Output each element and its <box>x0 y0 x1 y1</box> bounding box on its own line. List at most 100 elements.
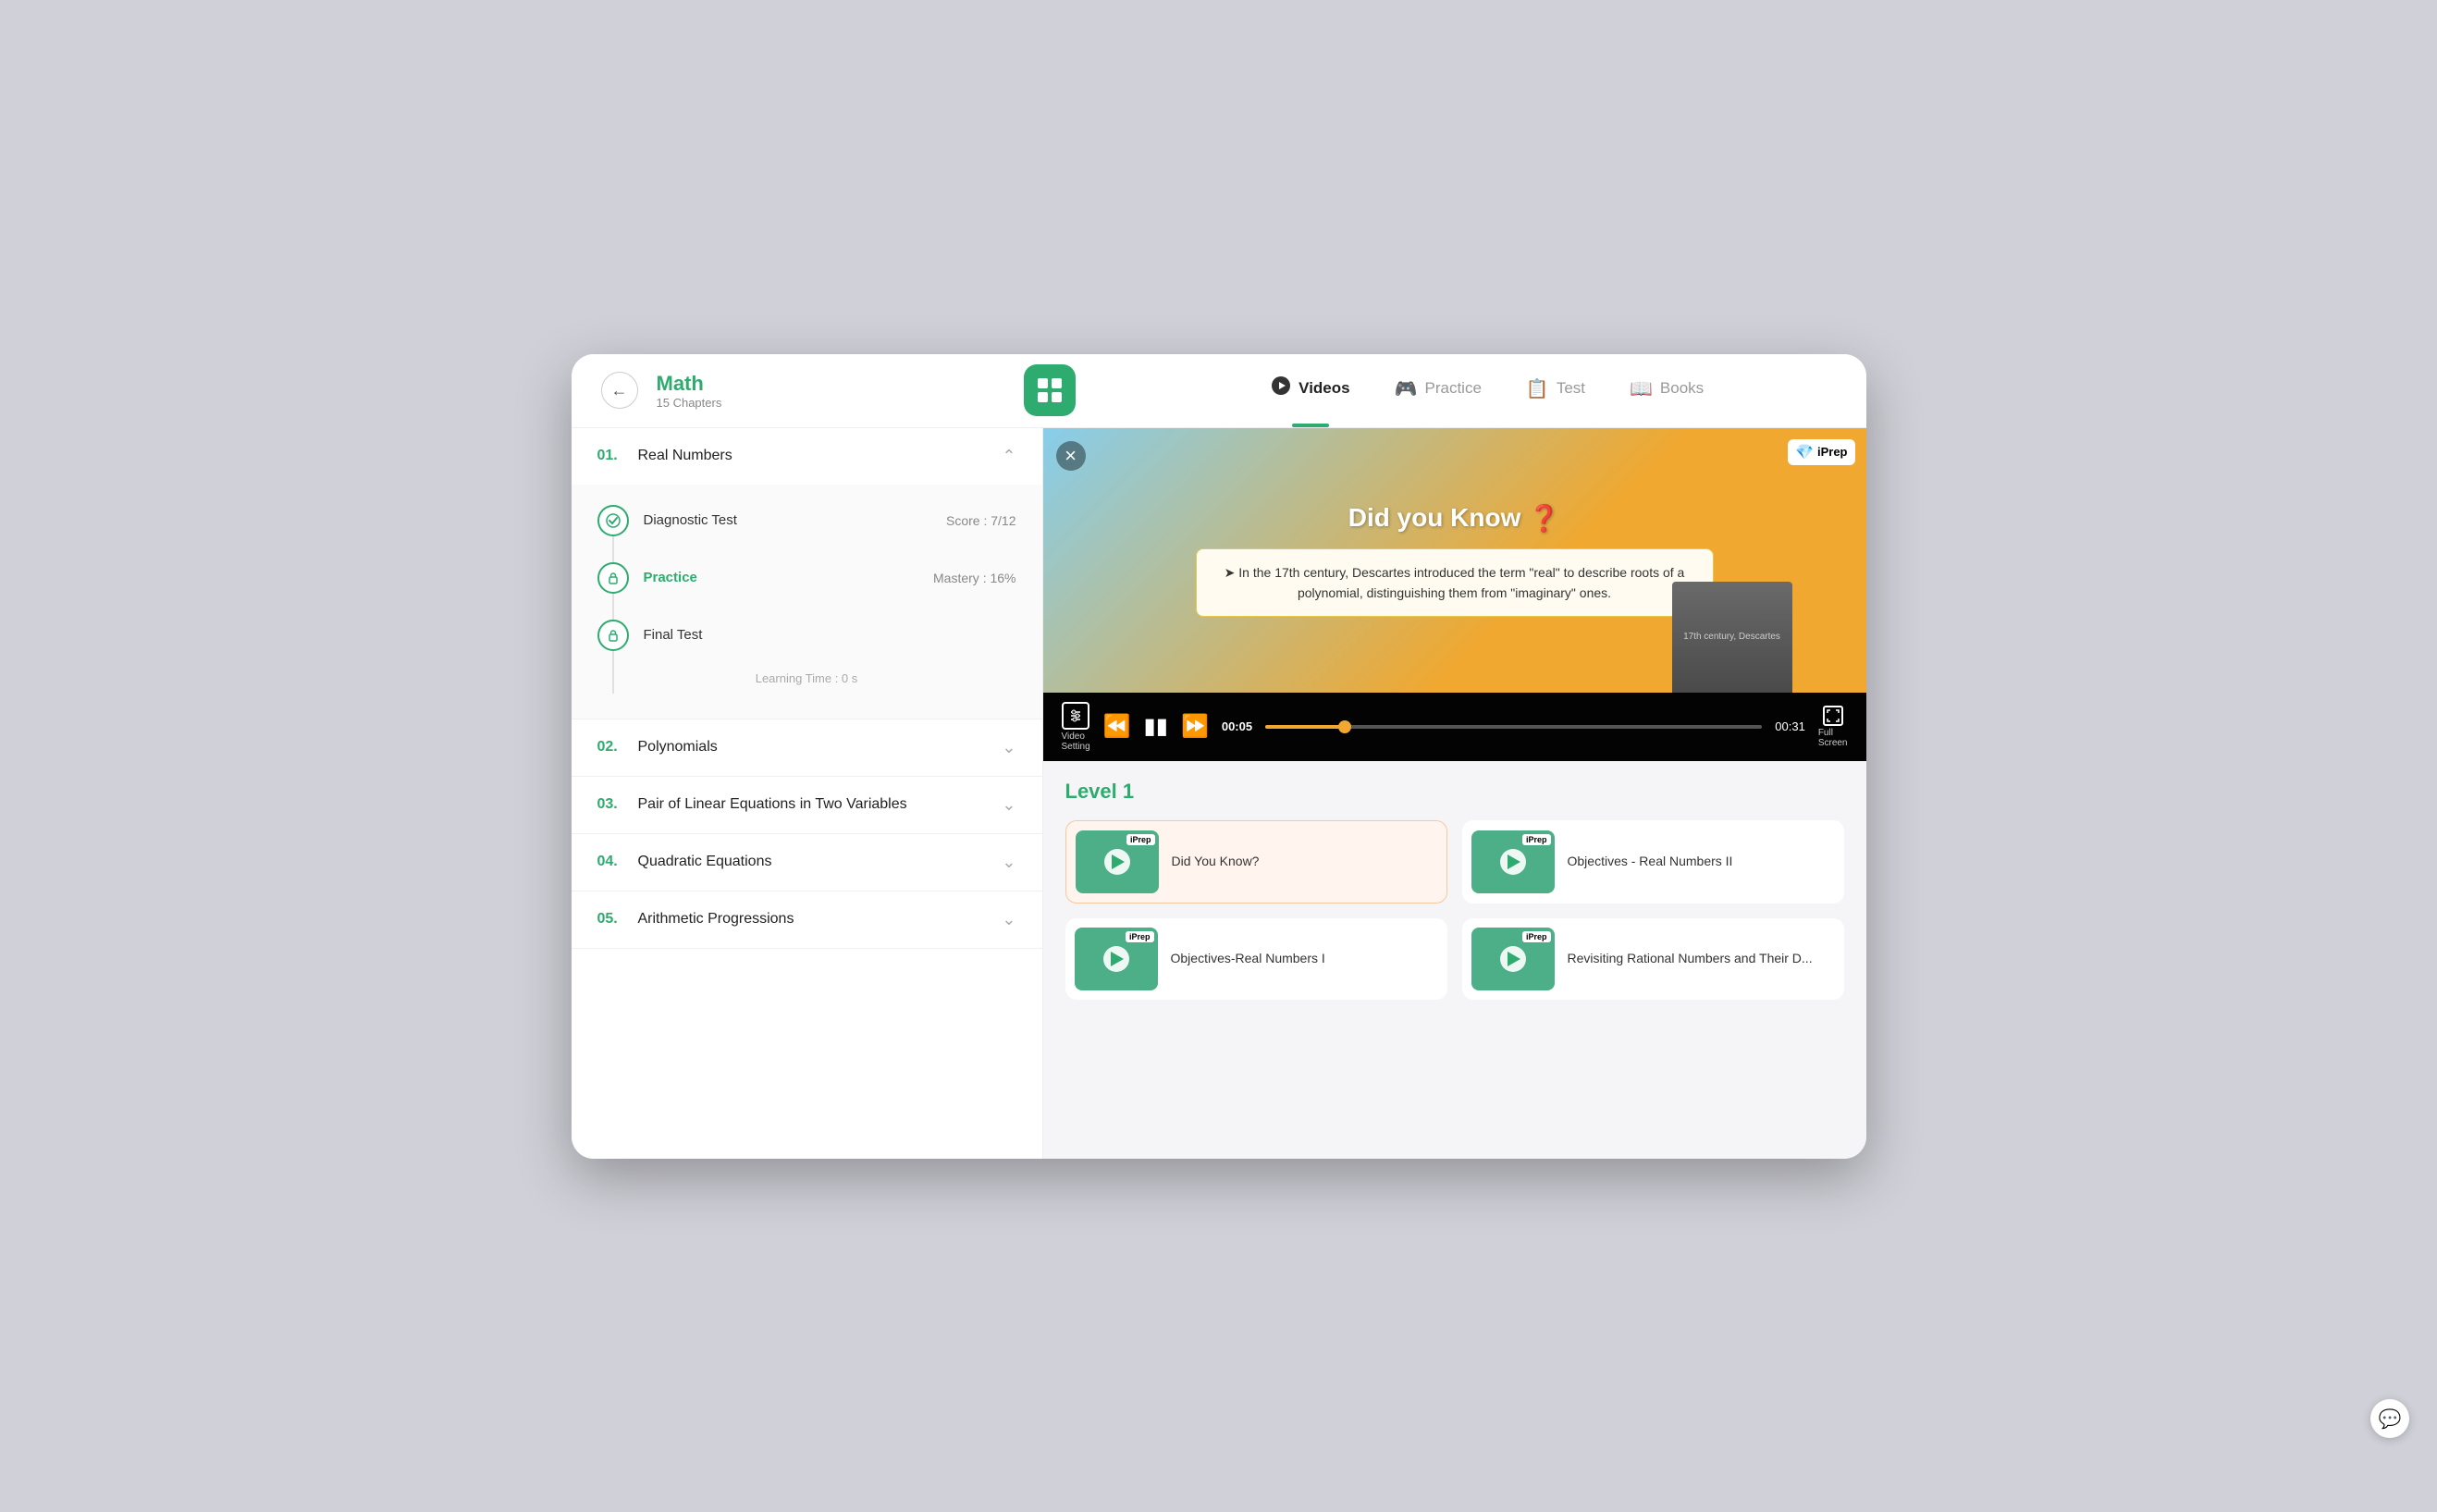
did-you-know-title: Did you Know ❓ <box>1348 503 1561 534</box>
chapter-header-1[interactable]: 01. Real Numbers ⌃ <box>572 428 1042 485</box>
diagnostic-test-label: Diagnostic Test <box>644 512 932 528</box>
chevron-down-icon-4: ⌄ <box>1002 853 1015 872</box>
subject-info: Math 15 Chapters <box>657 372 1005 410</box>
diamond-icon: 💎 <box>1795 443 1814 461</box>
chapter-name-5: Arithmetic Progressions <box>638 911 993 928</box>
feedback-button[interactable]: 💬 <box>2370 1399 2409 1438</box>
level-title: Level 1 <box>1065 780 1844 804</box>
iprep-badge-text: iPrep <box>1817 445 1848 459</box>
play-triangle-4 <box>1508 952 1520 966</box>
video-thumb-1: iPrep <box>1076 830 1159 893</box>
time-total: 00:31 <box>1775 719 1805 733</box>
chapter-num-2: 02. <box>597 739 629 756</box>
chapter-item-5: 05. Arithmetic Progressions ⌄ <box>572 891 1042 949</box>
tab-videos[interactable]: Videos <box>1271 375 1349 405</box>
app-window: ← Math 15 Chapters Videos 🎮 Practice <box>572 354 1866 1159</box>
iprep-logo: 💎 iPrep <box>1788 439 1854 465</box>
books-icon: 📖 <box>1630 377 1653 400</box>
video-frame: Did you Know ❓ ➤ In the 17th century, De… <box>1043 428 1866 761</box>
chapter-expanded-1: Diagnostic Test Score : 7/12 Practice Ma… <box>572 485 1042 719</box>
video-player: × 💎 iPrep Did you Know ❓ ➤ In the <box>1043 428 1866 761</box>
sidebar: 01. Real Numbers ⌃ Diagnostic Test Score… <box>572 428 1043 1159</box>
learning-time: Learning Time : 0 s <box>597 664 1016 700</box>
chapter-item-2: 02. Polynomials ⌄ <box>572 719 1042 777</box>
video-setting-button[interactable]: VideoSetting <box>1062 702 1090 752</box>
tab-practice[interactable]: 🎮 Practice <box>1395 377 1482 404</box>
back-button[interactable]: ← <box>601 372 638 409</box>
practice-label: Practice <box>644 570 919 585</box>
chapter-item-1: 01. Real Numbers ⌃ Diagnostic Test Score… <box>572 428 1042 719</box>
chapter-header-2[interactable]: 02. Polynomials ⌄ <box>572 719 1042 776</box>
fullscreen-button[interactable]: FullScreen <box>1818 706 1848 748</box>
video-card-4[interactable]: iPrep Revisiting Rational Numbers and Th… <box>1462 918 1844 1000</box>
chapter-num-3: 03. <box>597 796 629 813</box>
diagnostic-test-score: Score : 7/12 <box>946 513 1016 528</box>
fullscreen-label: FullScreen <box>1818 728 1848 748</box>
chapter-name-2: Polynomials <box>638 739 993 756</box>
tab-practice-label: Practice <box>1425 379 1482 398</box>
video-card-2[interactable]: iPrep Objectives - Real Numbers II <box>1462 820 1844 904</box>
iprep-badge: 💎 iPrep <box>1788 439 1854 465</box>
chapter-num-5: 05. <box>597 911 629 928</box>
thumb-play-1 <box>1104 849 1130 875</box>
progress-bar[interactable] <box>1265 725 1762 729</box>
chapter-num-1: 01. <box>597 448 629 464</box>
video-info-card: ➤ In the 17th century, Descartes introdu… <box>1196 548 1714 618</box>
app-header: ← Math 15 Chapters Videos 🎮 Practice <box>572 354 1866 428</box>
chevron-down-icon-3: ⌄ <box>1002 795 1015 815</box>
thumb-play-4 <box>1500 946 1526 972</box>
practice-score: Mastery : 16% <box>933 571 1015 585</box>
play-triangle-2 <box>1508 854 1520 869</box>
video-thumb-3: iPrep <box>1075 928 1158 990</box>
tab-books[interactable]: 📖 Books <box>1630 377 1704 404</box>
chapter-header-5[interactable]: 05. Arithmetic Progressions ⌄ <box>572 891 1042 948</box>
video-info-overlay: Did you Know ❓ ➤ In the 17th century, De… <box>1043 428 1866 693</box>
thumb-iprep-1: iPrep <box>1126 834 1155 845</box>
grid-icon-button[interactable] <box>1024 364 1076 416</box>
fastforward-button[interactable]: ⏩ <box>1181 713 1209 740</box>
chapter-name-1: Real Numbers <box>638 448 993 464</box>
nav-tabs: Videos 🎮 Practice 📋 Test 📖 Books <box>1138 375 1837 405</box>
chapter-header-4[interactable]: 04. Quadratic Equations ⌄ <box>572 834 1042 891</box>
time-current: 00:05 <box>1222 719 1252 733</box>
sub-item-final-test[interactable]: Final Test <box>597 607 1016 664</box>
tab-books-label: Books <box>1660 379 1704 398</box>
eq-icon <box>1062 702 1089 730</box>
video-card-label-1: Did You Know? <box>1172 853 1260 871</box>
play-triangle-1 <box>1112 854 1125 869</box>
test-icon: 📋 <box>1526 377 1549 400</box>
century-label: 17th century, Descartes <box>1680 628 1784 645</box>
progress-thumb <box>1338 720 1351 733</box>
video-controls: VideoSetting ⏪ ▮▮ ⏩ 00:05 00:31 <box>1043 693 1866 761</box>
subject-title: Math <box>657 372 1005 396</box>
chapter-item-4: 04. Quadratic Equations ⌄ <box>572 834 1042 891</box>
video-setting-label: VideoSetting <box>1062 731 1090 752</box>
feedback-icon: 💬 <box>2379 1408 2402 1431</box>
app-body: 01. Real Numbers ⌃ Diagnostic Test Score… <box>572 428 1866 1159</box>
pause-button[interactable]: ▮▮ <box>1144 713 1168 740</box>
chapter-name-4: Quadratic Equations <box>638 854 993 870</box>
video-card-label-3: Objectives-Real Numbers I <box>1171 950 1325 968</box>
sub-item-diagnostic[interactable]: Diagnostic Test Score : 7/12 <box>597 492 1016 549</box>
videos-play-icon <box>1271 375 1291 401</box>
tab-test-label: Test <box>1557 379 1585 398</box>
tab-test[interactable]: 📋 Test <box>1526 377 1585 404</box>
thumb-iprep-2: iPrep <box>1522 834 1551 845</box>
main-content: × 💎 iPrep Did you Know ❓ ➤ In the <box>1043 428 1866 1159</box>
video-close-button[interactable]: × <box>1056 441 1086 471</box>
tab-videos-label: Videos <box>1299 379 1349 398</box>
video-card-1[interactable]: iPrep Did You Know? <box>1065 820 1447 904</box>
chapter-item-3: 03. Pair of Linear Equations in Two Vari… <box>572 777 1042 834</box>
content-area: Level 1 iPrep Did You Know? <box>1043 761 1866 1159</box>
video-card-3[interactable]: iPrep Objectives-Real Numbers I <box>1065 918 1447 1000</box>
sub-item-practice[interactable]: Practice Mastery : 16% <box>597 549 1016 607</box>
chevron-down-icon-5: ⌄ <box>1002 910 1015 929</box>
thumb-iprep-4: iPrep <box>1522 931 1551 942</box>
chapter-header-3[interactable]: 03. Pair of Linear Equations in Two Vari… <box>572 777 1042 833</box>
chevron-up-icon-1: ⌃ <box>1002 447 1015 466</box>
chapter-num-4: 04. <box>597 854 629 870</box>
thumb-play-2 <box>1500 849 1526 875</box>
descartes-face: 17th century, Descartes <box>1672 582 1792 693</box>
video-thumb-2: iPrep <box>1471 830 1555 893</box>
rewind-button[interactable]: ⏪ <box>1103 713 1131 740</box>
